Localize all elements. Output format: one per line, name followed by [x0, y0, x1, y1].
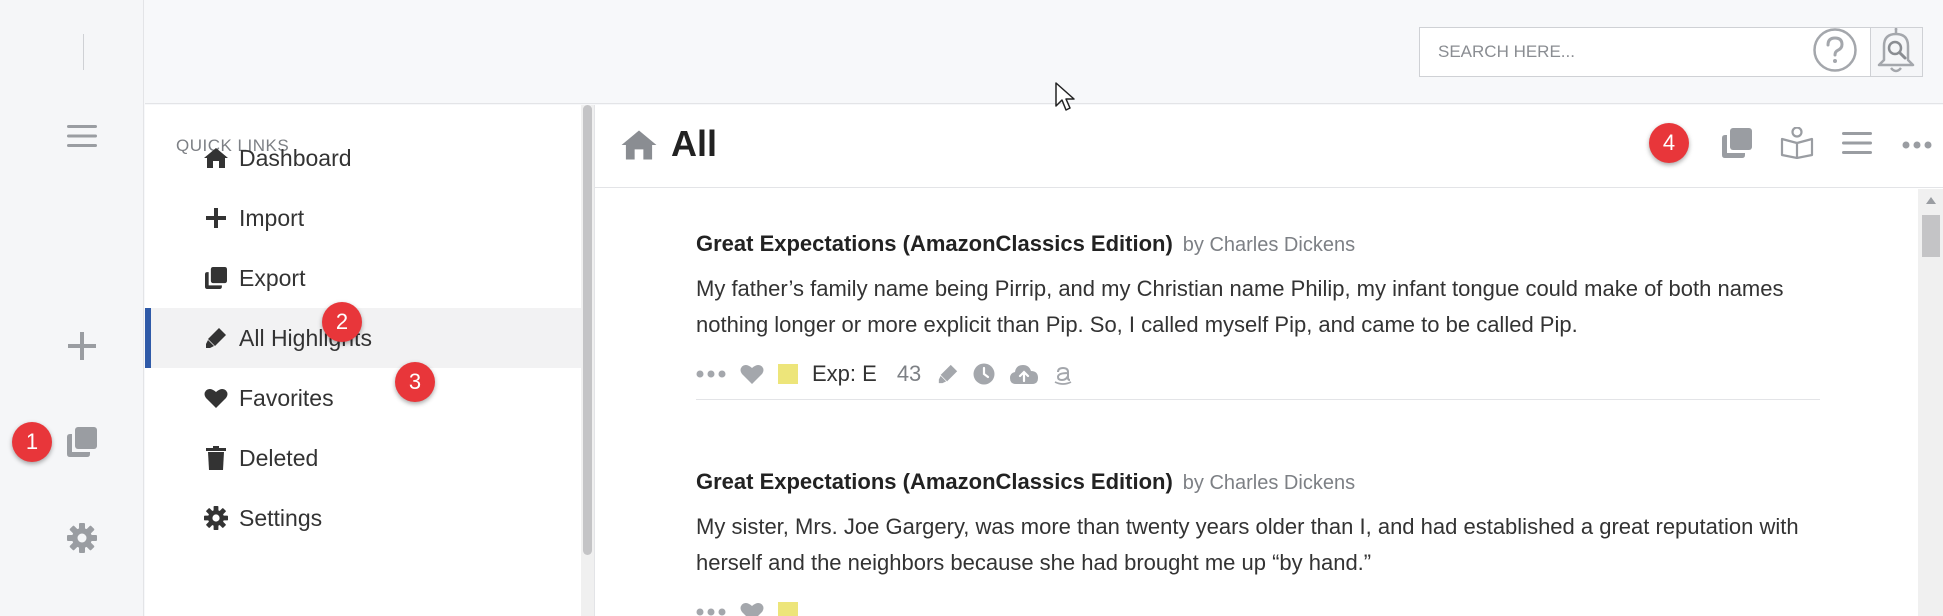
copy-icon — [1722, 127, 1752, 163]
quick-link-deleted[interactable]: Deleted — [145, 428, 581, 488]
step-badge-2: 2 — [322, 302, 362, 342]
top-bar — [145, 0, 1943, 104]
highlight-divider — [696, 399, 1820, 400]
main-header: All — [595, 105, 1943, 188]
page-title: All — [671, 123, 718, 164]
list-view-button[interactable] — [1837, 125, 1877, 165]
export-button[interactable] — [1717, 125, 1757, 165]
quick-link-label: Export — [239, 264, 306, 291]
highlight-color-swatch[interactable] — [778, 364, 798, 384]
left-rail — [0, 0, 144, 616]
highlight-actions — [696, 595, 1820, 616]
book-author: by Charles Dickens — [1182, 472, 1356, 494]
quick-link-label: Favorites — [239, 384, 334, 411]
step-badge-3: 3 — [395, 362, 435, 402]
scrollbar-thumb[interactable] — [1922, 215, 1940, 257]
gear-icon — [203, 505, 229, 531]
book-author: by Charles Dickens — [1182, 234, 1356, 256]
plus-icon — [203, 205, 229, 231]
quick-link-label: Deleted — [239, 444, 319, 471]
book-reader-icon — [1780, 125, 1814, 164]
quick-link-dashboard[interactable]: Dashboard — [145, 128, 581, 188]
quick-link-label: Settings — [239, 504, 323, 531]
highlight-card[interactable]: Great Expectations (AmazonClassics Editi… — [696, 469, 1820, 616]
mouse-cursor — [1055, 82, 1077, 117]
scrollbar-thumb[interactable] — [583, 105, 592, 555]
highlighter-icon — [203, 325, 229, 351]
heart-icon[interactable] — [740, 363, 764, 385]
highlights-list: Great Expectations (AmazonClassics Editi… — [595, 189, 1925, 616]
highlight-actions: Exp: E 43 — [696, 357, 1820, 391]
highlight-card[interactable]: Great Expectations (AmazonClassics Editi… — [696, 231, 1820, 400]
highlight-header: Great Expectations (AmazonClassics Editi… — [696, 231, 1820, 257]
more-icon[interactable] — [696, 608, 726, 616]
highlight-color-swatch[interactable] — [778, 602, 798, 616]
more-icon — [1902, 136, 1932, 154]
help-button[interactable] — [1810, 27, 1860, 77]
highlight-text: My father’s family name being Pirrip, an… — [696, 276, 1784, 337]
clock-icon[interactable] — [973, 363, 995, 385]
more-options-button[interactable] — [1897, 125, 1937, 165]
highlight-exp-label[interactable]: Exp: E — [812, 361, 877, 387]
gear-icon[interactable] — [64, 520, 100, 556]
quick-link-label: Dashboard — [239, 144, 352, 171]
quick-link-all-highlights[interactable]: All Highlights — [145, 308, 581, 368]
quick-link-settings[interactable]: Settings — [145, 488, 581, 548]
trash-icon — [203, 445, 229, 471]
step-badge-1: 1 — [12, 422, 52, 462]
step-badge-4: 4 — [1649, 123, 1689, 163]
more-icon[interactable] — [696, 370, 726, 378]
home-icon — [203, 145, 229, 171]
amazon-icon[interactable] — [1053, 363, 1073, 385]
menu-icon[interactable] — [64, 118, 100, 154]
highlight-text: My sister, Mrs. Joe Gargery, was more th… — [696, 514, 1799, 575]
notifications-button[interactable] — [1871, 27, 1921, 77]
bell-icon — [1874, 26, 1918, 79]
highlight-location: 43 — [896, 361, 922, 386]
quick-link-label: Import — [239, 204, 305, 231]
highlight-header: Great Expectations (AmazonClassics Editi… — [696, 469, 1820, 495]
quick-links-scrollbar[interactable] — [581, 105, 594, 616]
highlighter-icon[interactable] — [937, 363, 959, 385]
scroll-up-arrow[interactable] — [1926, 197, 1936, 204]
heart-icon — [203, 385, 229, 411]
book-title[interactable]: Great Expectations (AmazonClassics Editi… — [696, 231, 1173, 256]
help-icon — [1812, 27, 1858, 78]
list-icon — [1842, 131, 1872, 160]
quick-links-list: Dashboard Import Export All Highlights F… — [145, 105, 594, 616]
main-panel: All Great Expectations (AmazonClassics E — [594, 105, 1943, 616]
main-scrollbar[interactable] — [1918, 189, 1943, 616]
book-title[interactable]: Great Expectations (AmazonClassics Editi… — [696, 469, 1173, 494]
cloud-upload-icon[interactable] — [1009, 363, 1039, 385]
plus-icon[interactable] — [64, 328, 100, 364]
reading-view-button[interactable] — [1777, 125, 1817, 165]
copy-icon[interactable] — [64, 424, 100, 460]
copy-icon — [203, 265, 229, 291]
heart-icon[interactable] — [740, 601, 764, 616]
quick-link-favorites[interactable]: Favorites — [145, 368, 581, 428]
quick-link-import[interactable]: Import — [145, 188, 581, 248]
rail-divider — [83, 34, 84, 70]
quick-link-export[interactable]: Export — [145, 248, 581, 308]
search-input[interactable] — [1420, 28, 1870, 76]
home-icon — [621, 129, 657, 166]
